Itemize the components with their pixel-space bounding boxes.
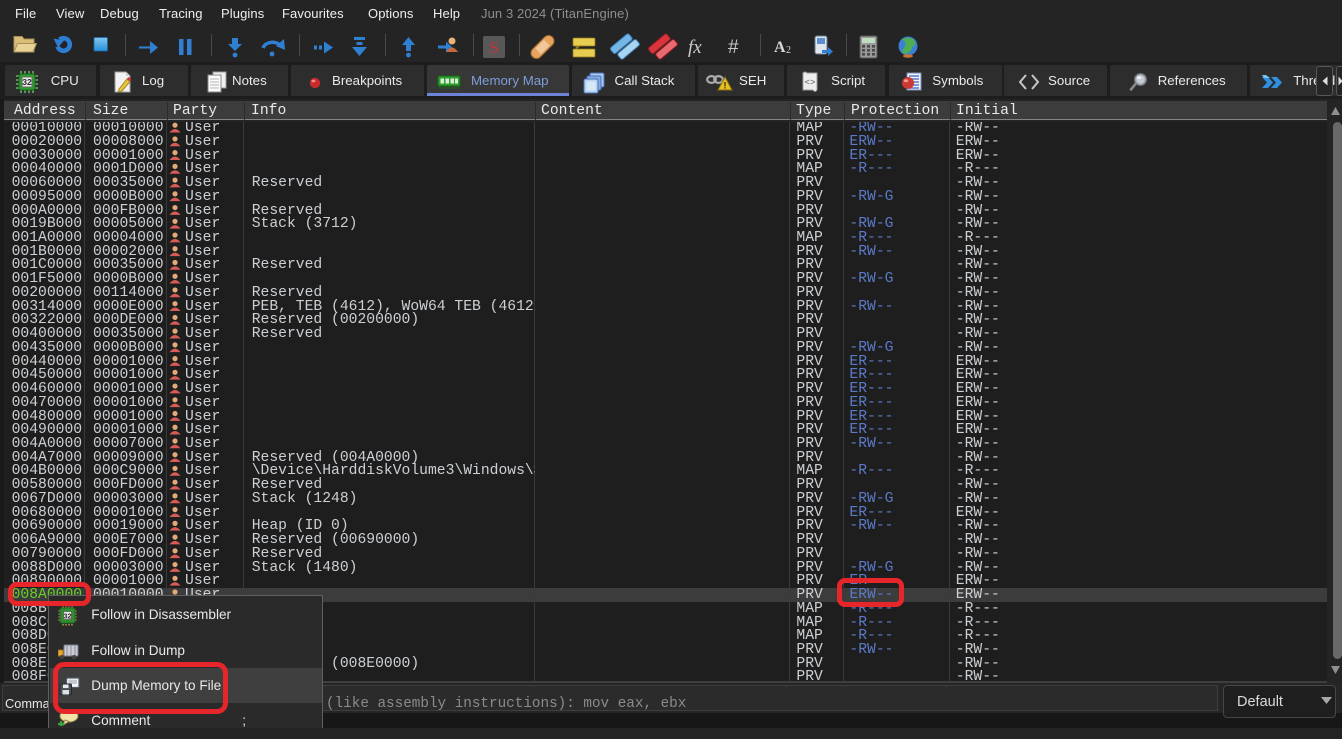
svg-text:32: 32 bbox=[64, 611, 72, 620]
svg-text:A: A bbox=[774, 39, 786, 56]
svg-text:!: ! bbox=[723, 81, 726, 91]
svg-text:2: 2 bbox=[786, 45, 791, 56]
svg-text:fx: fx bbox=[688, 37, 702, 58]
svg-text:S: S bbox=[489, 38, 498, 57]
svg-text:<>: <> bbox=[804, 78, 815, 88]
svg-text:32: 32 bbox=[23, 77, 33, 87]
svg-text:#: # bbox=[728, 37, 739, 58]
